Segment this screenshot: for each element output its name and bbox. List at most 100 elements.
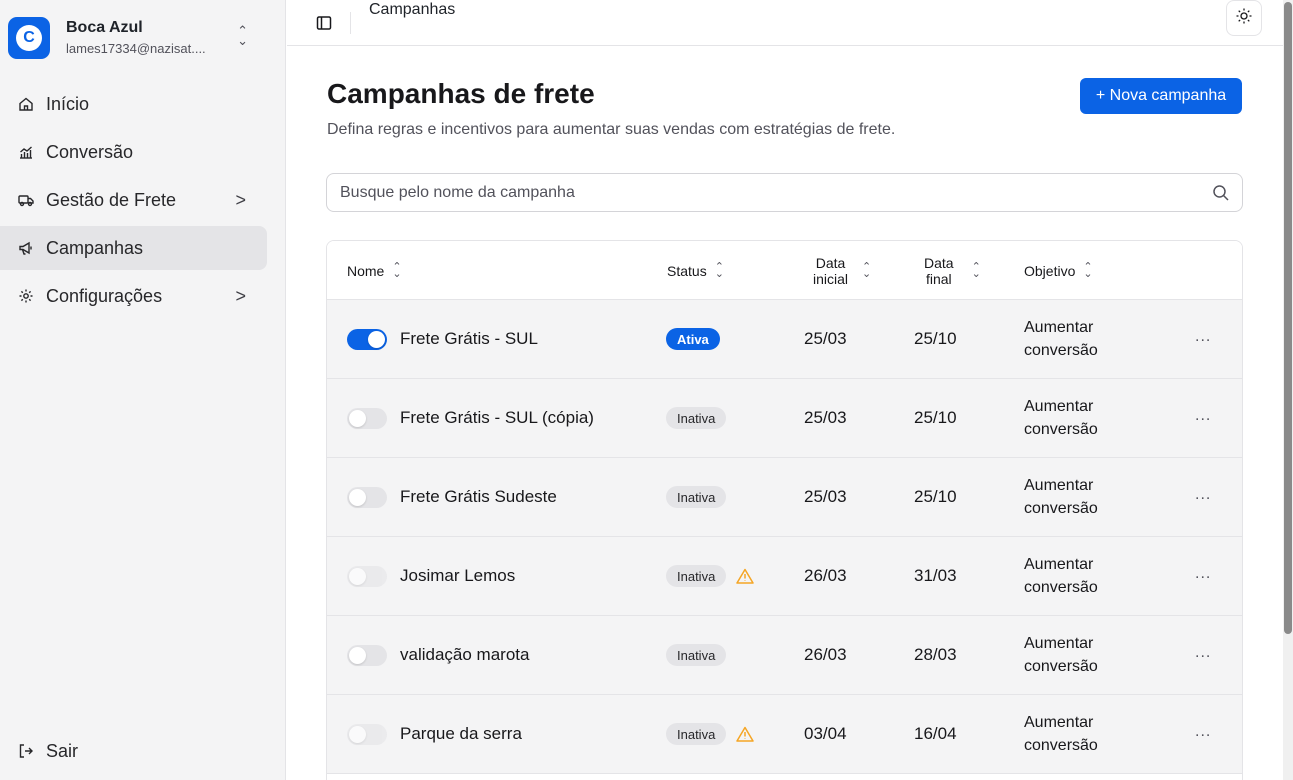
table-row[interactable]: Parque da serra Inativa 03/04 16/04 Aume… [327, 695, 1242, 774]
toggle-knob [368, 331, 385, 348]
home-icon [18, 96, 34, 112]
status-badge: Inativa [666, 565, 727, 587]
sidebar-item-campanhas[interactable]: Campanhas [0, 226, 267, 270]
sort-icon: ⌃ ⌄ [971, 260, 981, 280]
status-badge: Inativa [666, 486, 727, 508]
objective-cell: Aumentar conversão [1024, 458, 1098, 536]
theme-toggle-button[interactable] [1226, 0, 1262, 36]
start-date: 25/03 [804, 408, 847, 427]
campaign-toggle[interactable] [347, 487, 387, 508]
column-label: Nome [347, 262, 385, 279]
status-cell: Ativa [666, 300, 720, 378]
chart-icon [18, 144, 34, 160]
column-header-status[interactable]: Status ⌃ ⌄ [667, 241, 724, 300]
warning-icon [736, 726, 755, 742]
warning-icon [736, 568, 755, 584]
sidebar-item-gestao-de-frete[interactable]: Gestão de Frete > [0, 178, 270, 222]
table-row[interactable]: Frete Grátis - SUL (cópia) Inativa 25/03… [327, 379, 1242, 458]
campaign-name: Frete Grátis - SUL (cópia) [400, 408, 594, 427]
status-cell: Inativa [666, 379, 727, 457]
column-header-objective[interactable]: Objetivo ⌃ ⌄ [1024, 241, 1093, 300]
status-badge: Ativa [666, 328, 720, 350]
campaigns-table: Nome ⌃ ⌄ Status ⌃ ⌄ Data inicial ⌃ ⌄ Data fin… [326, 240, 1243, 780]
objective-line: Aumentar [1024, 477, 1094, 494]
search-icon[interactable] [1212, 184, 1230, 202]
column-label: Status [667, 262, 707, 279]
campaign-name: Frete Grátis Sudeste [400, 487, 557, 506]
logout-button[interactable]: Sair [18, 734, 78, 768]
sidebar-nav: Início Conversão Gestão de Frete > Campa… [0, 82, 270, 322]
objective-cell: Aumentar conversão [1024, 695, 1098, 773]
table-row[interactable]: Frete Grátis Sudeste Inativa 25/03 25/10… [327, 458, 1242, 537]
search-input[interactable] [340, 174, 1200, 211]
page-title: Campanhas de frete [327, 78, 595, 109]
objective-line: conversão [1024, 658, 1098, 675]
objective-line: Aumentar [1024, 714, 1094, 731]
campaign-toggle[interactable] [347, 408, 387, 429]
objective-line: Aumentar [1024, 635, 1094, 652]
column-label-line: final [925, 270, 952, 287]
sort-icon: ⌃ ⌄ [1083, 260, 1093, 280]
scrollbar-thumb[interactable] [1284, 2, 1292, 634]
table-row[interactable]: Frete Grátis - SUL Ativa 25/03 25/10 Aum… [327, 300, 1242, 379]
objective-cell: Aumentar conversão [1024, 300, 1098, 378]
column-label-line: inicial [813, 270, 849, 287]
campaign-toggle[interactable] [347, 329, 387, 350]
sidebar-item-configuracoes[interactable]: Configurações > [0, 274, 270, 318]
sidebar-item-label: Gestão de Frete [46, 189, 177, 210]
campaign-toggle[interactable] [347, 724, 387, 745]
toggle-knob [349, 489, 366, 506]
campaign-toggle[interactable] [347, 566, 387, 587]
logout-label: Sair [46, 740, 79, 761]
end-date: 31/03 [914, 566, 957, 585]
more-options-icon[interactable]: ... [1195, 328, 1211, 346]
more-options-icon[interactable]: ... [1195, 486, 1211, 504]
objective-line: conversão [1024, 737, 1098, 754]
table-header: Nome ⌃ ⌄ Status ⌃ ⌄ Data inicial ⌃ ⌄ Data fin… [327, 241, 1242, 300]
page-subtitle: Defina regras e incentivos para aumentar… [327, 121, 896, 138]
toggle-knob [349, 726, 366, 743]
sidebar-item-label: Conversão [46, 141, 134, 162]
column-label: Data final [924, 255, 954, 287]
sidebar-toggle-icon[interactable] [315, 14, 333, 32]
status-badge: Inativa [666, 644, 727, 666]
campaign-name: Josimar Lemos [400, 566, 516, 585]
start-date: 26/03 [804, 566, 847, 585]
column-label-line: Data [815, 254, 846, 271]
gear-icon [18, 288, 34, 304]
table-row[interactable]: Josimar Lemos Inativa 26/03 31/03 Aument… [327, 537, 1242, 616]
column-label: Data inicial [813, 255, 848, 287]
sidebar: C Boca Azul lames17334@nazisat.... ⌃ ⌄ In… [0, 0, 286, 780]
end-date: 28/03 [914, 645, 957, 664]
sidebar-item-label: Campanhas [46, 237, 144, 258]
truck-icon [18, 192, 34, 208]
chevron-right-icon: > [235, 286, 246, 306]
more-options-icon[interactable]: ... [1195, 565, 1211, 583]
more-options-icon[interactable]: ... [1195, 723, 1211, 741]
more-options-icon[interactable]: ... [1195, 644, 1211, 662]
sidebar-item-conversao[interactable]: Conversão [0, 130, 270, 174]
account-switcher[interactable]: C Boca Azul lames17334@nazisat.... ⌃ ⌄ [8, 8, 268, 68]
column-header-start-date[interactable]: Data inicial ⌃ ⌄ [813, 241, 871, 300]
table-row[interactable]: validação marota Inativa 26/03 28/03 Aum… [327, 616, 1242, 695]
sort-icon: ⌃ ⌄ [714, 260, 724, 280]
column-label-line: Data [924, 254, 954, 271]
objective-cell: Aumentar conversão [1024, 379, 1098, 457]
more-options-icon[interactable]: ... [1195, 407, 1211, 425]
sidebar-item-inicio[interactable]: Início [0, 82, 270, 126]
objective-line: conversão [1024, 579, 1098, 596]
status-badge: Inativa [666, 723, 727, 745]
sidebar-item-label: Configurações [46, 285, 163, 306]
objective-cell: Aumentar conversão [1024, 616, 1098, 694]
page-scrollbar[interactable] [1283, 0, 1293, 780]
new-campaign-button[interactable]: + Nova campanha [1080, 78, 1242, 114]
column-header-name[interactable]: Nome ⌃ ⌄ [347, 241, 402, 300]
start-date: 25/03 [804, 487, 847, 506]
campaign-name: validação marota [400, 645, 530, 664]
sort-icon: ⌃ ⌄ [392, 260, 402, 280]
start-date: 25/03 [804, 329, 847, 348]
column-header-end-date[interactable]: Data final ⌃ ⌄ [924, 241, 981, 300]
objective-line: conversão [1024, 342, 1098, 359]
campaign-toggle[interactable] [347, 645, 387, 666]
megaphone-icon [18, 240, 34, 256]
